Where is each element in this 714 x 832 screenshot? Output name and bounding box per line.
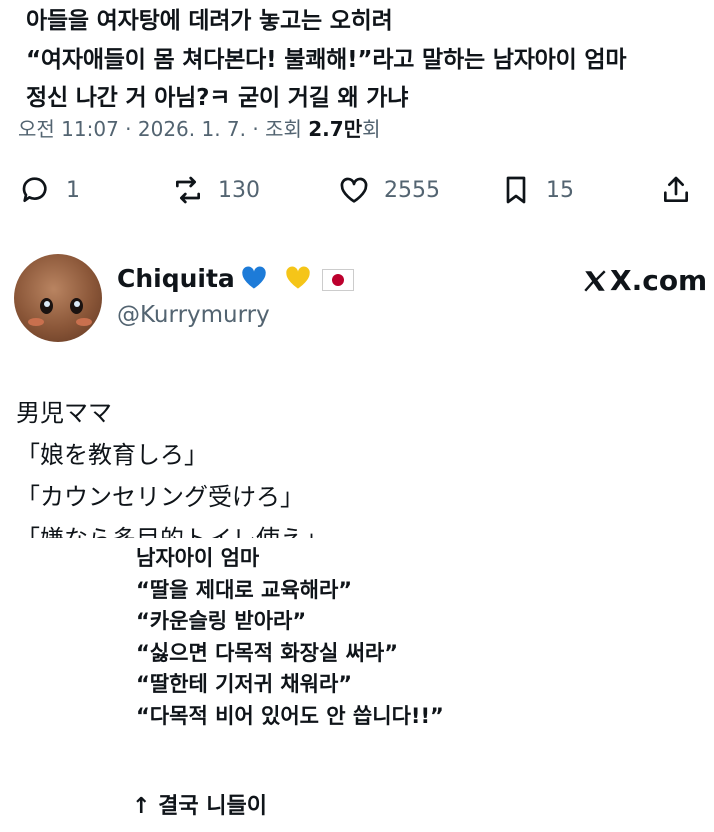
- tweet-text: 아들을 여자탕에 데려가 놓고는 오히려 “여자애들이 몸 쳐다본다! 불쾌해!…: [26, 2, 706, 118]
- tweet-meta: 오전 11:07 · 2026. 1. 7. · 조회 2.7만회: [18, 117, 381, 141]
- repost-count: 130: [218, 177, 260, 203]
- share-icon: [664, 176, 688, 202]
- bookmark-count: 15: [546, 177, 574, 203]
- tweet-actions: 1 130 2555 15: [0, 168, 714, 212]
- source-label: X.com: [610, 264, 708, 297]
- display-name[interactable]: Chiquita: [117, 264, 235, 293]
- translation-text: 남자아이 엄마 “딸을 제대로 교육해라” “카운슬링 받아라” “싫으면 다목…: [136, 543, 444, 732]
- tweet-date[interactable]: 2026. 1. 7.: [138, 117, 246, 141]
- bookmark-icon: [506, 176, 526, 204]
- quoted-line: 「娘を教育しろ」: [16, 441, 208, 469]
- blue-heart-icon: [242, 266, 266, 289]
- reply-count: 1: [66, 177, 80, 203]
- user-handle[interactable]: @Kurrymurry: [117, 302, 270, 328]
- like-button[interactable]: 2555: [338, 168, 440, 212]
- x-logo-icon: [584, 269, 606, 292]
- translation-line: “딸한테 기저귀 채워라”: [136, 672, 353, 696]
- reply-icon: [22, 177, 47, 202]
- yellow-heart-icon: [286, 266, 310, 289]
- quoted-header: Chiquita @Kurrymurry X.com: [0, 250, 714, 350]
- japan-flag-icon: [322, 269, 354, 291]
- translation-footer: ↑ 결국 니들이: [132, 794, 267, 819]
- translation-line: 남자아이 엄마: [136, 546, 260, 570]
- share-button[interactable]: [660, 168, 692, 212]
- repost-icon: [176, 176, 200, 204]
- reply-button[interactable]: 1: [20, 168, 80, 212]
- translation-line: “싫으면 다목적 화장실 써라”: [136, 640, 399, 665]
- avatar[interactable]: [14, 254, 102, 342]
- like-count: 2555: [384, 177, 440, 203]
- tweet-line: “여자애들이 몸 쳐다본다! 불쾌해!”라고 말하는 남자아이 엄마: [26, 46, 627, 73]
- quoted-line-cut: 「嫌なら多目的トイレ使え」: [16, 526, 328, 538]
- translation-line: “카운슬링 받아라”: [136, 609, 307, 633]
- views-label: 조회: [265, 117, 302, 141]
- views-count: 2.7만: [308, 117, 363, 141]
- quoted-line: 男児ママ: [16, 399, 112, 427]
- translation-line: “다목적 비어 있어도 안 씁니다!!”: [136, 703, 444, 728]
- quoted-line: 「カウンセリング受けろ」: [16, 483, 304, 511]
- translation-line: “딸을 제대로 교육해라”: [136, 577, 353, 602]
- quoted-text: 男児ママ 「娘を教育しろ」 「カウンセリング受けろ」: [16, 392, 304, 518]
- tweet-line: 아들을 여자탕에 데려가 놓고는 오히려: [26, 8, 393, 34]
- bookmark-button[interactable]: 15: [500, 168, 574, 212]
- heart-icon: [340, 177, 368, 203]
- x-logo: X.com: [582, 264, 707, 297]
- tweet-time[interactable]: 오전 11:07: [18, 117, 119, 141]
- repost-button[interactable]: 130: [172, 168, 260, 212]
- tweet-line: 정신 나간 거 아님?ㅋ 굳이 거길 왜 가냐: [26, 85, 409, 111]
- views-suffix: 회: [362, 117, 381, 141]
